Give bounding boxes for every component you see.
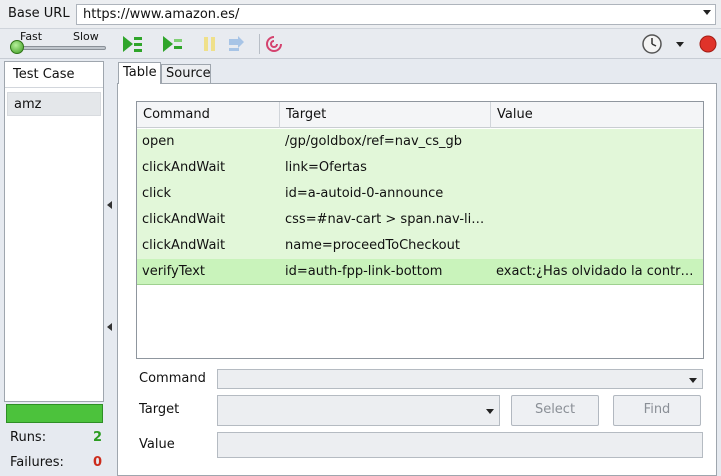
column-header-value[interactable]: Value [491, 102, 703, 128]
play-test-icon[interactable] [161, 33, 183, 55]
chevron-down-icon[interactable] [689, 378, 697, 383]
panel-splitter[interactable] [106, 61, 114, 476]
command-combobox[interactable] [217, 369, 703, 389]
column-header-target[interactable]: Target [280, 102, 491, 128]
toolbar: Fast Slow [0, 29, 721, 59]
collapse-left-icon[interactable] [107, 323, 112, 331]
record-icon[interactable] [697, 33, 719, 55]
step-icon[interactable] [225, 33, 247, 55]
cell-target: id=a-autoid-0-announce [285, 186, 444, 201]
rollup-icon[interactable] [263, 33, 285, 55]
speed-slow-label: Slow [73, 30, 99, 43]
cell-value [491, 129, 703, 155]
collapse-left-icon[interactable] [107, 201, 112, 209]
failures-value: 0 [93, 455, 103, 470]
value-label: Value [139, 437, 175, 452]
cell-command: clickAndWait [142, 212, 226, 227]
speed-slider[interactable] [12, 46, 106, 50]
cell-target: css=#nav-cart > span.nav-line-2 [285, 212, 491, 227]
cell-value [491, 155, 703, 181]
progress-bar [6, 404, 103, 423]
pause-icon[interactable] [199, 33, 221, 55]
test-case-item[interactable]: amz [7, 92, 101, 116]
find-button[interactable]: Find [613, 395, 701, 426]
cell-value [491, 207, 703, 233]
table-row-selected[interactable]: verifyText id=auth-fpp-link-bottom exact… [137, 259, 703, 285]
cell-command: clickAndWait [142, 238, 226, 253]
tab-source[interactable]: Source [161, 64, 211, 84]
chevron-down-icon[interactable] [486, 409, 494, 414]
select-button[interactable]: Select [511, 395, 599, 426]
table-header: Command Target Value [137, 102, 703, 128]
toolbar-separator [259, 34, 260, 54]
clock-dropdown-icon[interactable] [676, 42, 684, 47]
test-case-panel: Test Case amz [4, 61, 104, 402]
cell-value: exact:¿Has olvidado la contrase... [496, 264, 703, 279]
target-combobox[interactable] [217, 395, 500, 426]
failures-label: Failures: [10, 455, 64, 470]
target-label: Target [139, 402, 180, 417]
value-input[interactable] [217, 432, 703, 458]
cell-target: link=Ofertas [285, 160, 367, 175]
test-case-header: Test Case [5, 62, 103, 88]
speed-fast-label: Fast [20, 30, 43, 43]
command-table: Command Target Value open /gp/goldbox/re… [136, 101, 704, 359]
speed-slider-thumb[interactable] [10, 40, 24, 54]
base-url-input[interactable]: https://www.amazon.es/ [76, 4, 716, 25]
cell-command: open [142, 134, 175, 149]
table-row[interactable]: clickAndWait css=#nav-cart > span.nav-li… [137, 207, 703, 233]
runs-label: Runs: [10, 430, 47, 445]
command-label: Command [139, 371, 206, 386]
cell-command: click [142, 186, 172, 201]
cell-value [491, 181, 703, 207]
cell-target: /gp/goldbox/ref=nav_cs_gb [285, 134, 463, 149]
clock-icon[interactable] [641, 33, 663, 55]
tab-table[interactable]: Table [118, 62, 161, 84]
table-row[interactable]: clickAndWait link=Ofertas [137, 155, 703, 181]
column-header-command[interactable]: Command [137, 102, 280, 128]
cell-command: clickAndWait [142, 160, 226, 175]
runs-value: 2 [93, 430, 103, 445]
table-row[interactable]: click id=a-autoid-0-announce [137, 181, 703, 207]
table-row[interactable]: open /gp/goldbox/ref=nav_cs_gb [137, 129, 703, 155]
table-row[interactable]: clickAndWait name=proceedToCheckout [137, 233, 703, 259]
cell-value [491, 233, 703, 259]
cell-target: id=auth-fpp-link-bottom [285, 264, 443, 279]
base-url-dropdown-icon[interactable] [703, 10, 711, 15]
cell-command: verifyText [142, 264, 205, 279]
base-url-bar: Base URL https://www.amazon.es/ [0, 0, 721, 29]
base-url-label: Base URL [8, 6, 70, 21]
cell-target: name=proceedToCheckout [285, 238, 460, 253]
play-suite-icon[interactable] [121, 33, 143, 55]
